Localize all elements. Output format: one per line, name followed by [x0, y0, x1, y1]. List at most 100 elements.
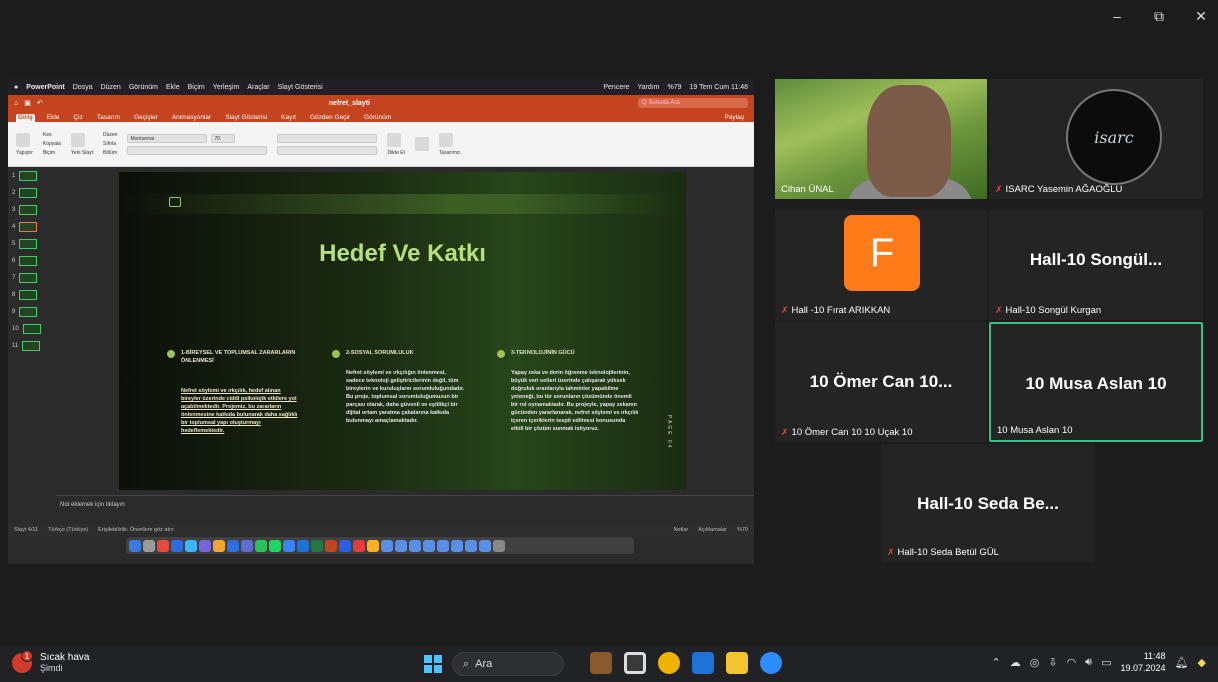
font-select[interactable]: Montserrat — [127, 133, 208, 143]
menu-araclar[interactable]: Araçlar — [247, 84, 269, 91]
save-icon[interactable]: ▣ — [24, 99, 31, 107]
appstore-icon[interactable] — [185, 539, 197, 552]
taskbar-search[interactable]: ⌕ Ara — [452, 652, 564, 676]
shapes-icon[interactable] — [414, 137, 429, 151]
taskbar-clock[interactable]: 11:48 19.07.2024 — [1121, 650, 1166, 674]
tab-ekle[interactable]: Ekle — [45, 114, 62, 122]
app-icon[interactable] — [255, 539, 267, 552]
restore-button[interactable]: ⧉ — [1152, 8, 1166, 25]
folder-icon[interactable] — [423, 539, 435, 552]
launchpad-icon[interactable] — [143, 539, 155, 552]
widget-icon[interactable] — [590, 652, 612, 674]
app-icon[interactable] — [213, 539, 225, 552]
battery-icon[interactable]: ▭ — [1101, 656, 1111, 669]
opera-icon[interactable] — [157, 539, 169, 552]
menu-gorunum[interactable]: Görünüm — [129, 84, 158, 91]
app-icon[interactable] — [199, 539, 211, 552]
undo-icon[interactable]: ↶ — [37, 99, 43, 107]
chrome-icon[interactable] — [658, 652, 680, 674]
menu-yerlesim[interactable]: Yerleşim — [213, 84, 240, 91]
participant-tile-active-speaker[interactable]: 10 Musa Aslan 10 10 Musa Aslan 10 — [989, 322, 1203, 442]
new-slide-icon[interactable] — [70, 132, 85, 147]
slide-thumb[interactable]: 7 — [8, 269, 54, 286]
spotify-icon[interactable] — [269, 539, 281, 552]
folder-icon[interactable] — [395, 539, 407, 552]
cut-button[interactable]: Kes — [43, 132, 61, 138]
slide-thumb[interactable]: 1 — [8, 167, 54, 184]
tab-gecisler[interactable]: Geçişler — [132, 114, 160, 122]
tab-giris[interactable]: Giriş — [16, 114, 35, 122]
slide-thumb[interactable]: 5 — [8, 235, 54, 252]
close-button[interactable]: ✕ — [1194, 8, 1208, 25]
powerpoint-icon[interactable] — [325, 539, 337, 552]
app-icon[interactable] — [241, 539, 253, 552]
minimize-button[interactable]: – — [1110, 8, 1124, 25]
comments-button[interactable]: Açıklamalar — [698, 527, 727, 533]
onedrive-icon[interactable]: ☁ — [1010, 656, 1021, 669]
section-button[interactable]: Bölüm — [103, 150, 117, 156]
slide-thumb[interactable]: 10 — [8, 320, 54, 337]
tab-tasarim[interactable]: Tasarım — [95, 114, 122, 122]
share-button[interactable]: Paylaş — [722, 114, 746, 122]
folder-icon[interactable] — [367, 539, 379, 552]
participant-tile[interactable]: Hall-10 Seda Be... ✗ Hall-10 Seda Betül G… — [881, 444, 1095, 562]
app-icon[interactable] — [339, 539, 351, 552]
volume-icon[interactable]: 🔊︎ — [1085, 656, 1092, 669]
notes-button[interactable]: Notlar — [674, 527, 689, 533]
excel-icon[interactable] — [311, 539, 323, 552]
tab-gozden-gecir[interactable]: Gözden Geçir — [308, 114, 352, 122]
word-icon[interactable] — [297, 539, 309, 552]
tab-ciz[interactable]: Çiz — [71, 114, 84, 122]
paste-icon[interactable] — [16, 132, 30, 147]
folder-icon[interactable] — [465, 539, 477, 552]
app-icon[interactable] — [353, 539, 365, 552]
paragraph-row[interactable] — [277, 133, 378, 143]
format-painter-button[interactable]: Biçim — [43, 150, 61, 156]
tab-animasyonlar[interactable]: Animasyonlar — [170, 114, 213, 122]
folder-icon[interactable] — [437, 539, 449, 552]
zoom-icon[interactable] — [760, 652, 782, 674]
tab-slayt-gosterisi[interactable]: Slayt Gösterisi — [223, 114, 269, 122]
language-label[interactable]: Türkçe (Türkiye) — [48, 527, 88, 533]
accessibility-label[interactable]: Erişilebilirlik: Önerilere göz atın — [98, 527, 174, 533]
zoom-app-icon[interactable] — [227, 539, 239, 552]
menu-pencere[interactable]: Pencere — [603, 84, 629, 91]
bell-icon[interactable]: 🔔︎ — [1175, 656, 1189, 669]
word-icon[interactable] — [692, 652, 714, 674]
dictate-icon[interactable] — [387, 132, 402, 147]
safari-icon[interactable] — [171, 539, 183, 552]
weather-widget[interactable]: 1 Sıcak hava Şimdi — [12, 649, 89, 673]
slide-thumb[interactable]: 9 — [8, 303, 54, 320]
participant-tile[interactable]: Hall-10 Songül... ✗ Hall-10 Songül Kurgan — [989, 210, 1203, 320]
app-tray-icon[interactable]: ◎ — [1030, 656, 1040, 669]
menu-duzen[interactable]: Düzen — [101, 84, 121, 91]
slide-thumb-selected[interactable]: 4 — [8, 218, 54, 235]
slide-thumb[interactable]: 2 — [8, 184, 54, 201]
alignment-row[interactable] — [277, 145, 378, 155]
font-size-select[interactable]: 70 — [211, 133, 236, 143]
home-icon[interactable]: ⌂ — [14, 100, 18, 107]
folder-icon[interactable] — [479, 539, 491, 552]
chevron-up-icon[interactable]: ⌃ — [992, 656, 1001, 669]
copy-button[interactable]: Kopyala — [43, 141, 61, 147]
participant-tile-avatar[interactable]: F ✗ Hall -10 Fırat ARIKKAN — [775, 210, 987, 320]
reset-button[interactable]: Sıfırla — [103, 141, 117, 147]
usb-icon[interactable]: ⇩ — [1048, 656, 1057, 669]
participant-tile-logo[interactable]: isarc ✗ ISARC Yasemin AĞAOĞLU — [989, 79, 1203, 199]
folder-icon[interactable] — [381, 539, 393, 552]
slide-thumb[interactable]: 3 — [8, 201, 54, 218]
trash-icon[interactable] — [493, 539, 505, 552]
menu-yardim[interactable]: Yardım — [637, 84, 659, 91]
slide-thumb[interactable]: 11 — [8, 337, 54, 354]
copilot-icon[interactable]: ◆ — [1198, 656, 1206, 669]
menu-bicim[interactable]: Biçim — [188, 84, 205, 91]
ppt-search-input[interactable]: Q Sunuda Ara — [638, 98, 748, 108]
tab-gorunum[interactable]: Görünüm — [362, 114, 393, 122]
folder-icon[interactable] — [726, 652, 748, 674]
font-format-row[interactable] — [127, 145, 268, 155]
folder-icon[interactable] — [409, 539, 421, 552]
start-button[interactable] — [424, 655, 442, 673]
file-explorer-dark-icon[interactable] — [624, 652, 646, 674]
layout-button[interactable]: Düzen — [103, 132, 117, 138]
participant-tile-video[interactable]: Cihan ÜNAL — [775, 79, 987, 199]
